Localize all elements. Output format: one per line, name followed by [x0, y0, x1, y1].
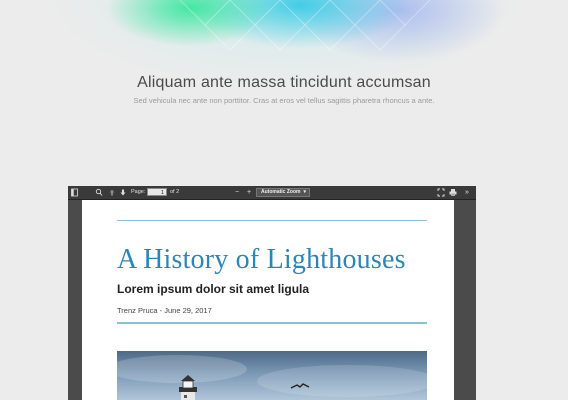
zoom-in-button[interactable]: +	[247, 188, 251, 197]
fullscreen-icon[interactable]	[437, 188, 445, 197]
document-byline: Trenz Pruca - June 29, 2017	[117, 306, 212, 315]
pdf-toolbar: Page: 1 of 2 − + Automatic Zoom ▾ »	[68, 186, 476, 200]
sidebar-toggle-icon[interactable]	[71, 188, 79, 197]
more-tools-button[interactable]: »	[465, 188, 469, 197]
pdf-viewer[interactable]: Page: 1 of 2 − + Automatic Zoom ▾ » A Hi…	[68, 186, 476, 400]
next-page-icon[interactable]	[119, 188, 127, 197]
document-subtitle: Lorem ipsum dolor sit amet ligula	[117, 282, 310, 296]
hero-title: Aliquam ante massa tincidunt accumsan	[137, 74, 431, 91]
chevron-down-icon: ▾	[303, 189, 306, 195]
top-rule	[117, 220, 427, 221]
document-title: A History of Lighthouses	[117, 244, 406, 275]
page-number-input[interactable]: 1	[147, 188, 167, 196]
previous-page-icon[interactable]	[108, 188, 116, 197]
pdf-page: A History of Lighthouses Lorem ipsum dol…	[82, 200, 454, 400]
lighthouse-photo	[117, 351, 427, 400]
bottom-rule	[117, 322, 427, 324]
zoom-out-button[interactable]: −	[235, 188, 239, 197]
print-icon[interactable]	[449, 188, 457, 197]
hero-pattern	[179, 0, 431, 51]
hero-banner: Aliquam ante massa tincidunt accumsan Se…	[0, 0, 568, 140]
hero-subtitle: Sed vehicula nec ante non porttitor. Cra…	[133, 96, 435, 105]
page-total: of 2	[170, 189, 180, 195]
page-label: Page:	[131, 189, 146, 195]
search-icon[interactable]	[95, 188, 103, 197]
zoom-select-value: Automatic Zoom	[261, 189, 301, 195]
zoom-select[interactable]: Automatic Zoom ▾	[256, 188, 310, 197]
